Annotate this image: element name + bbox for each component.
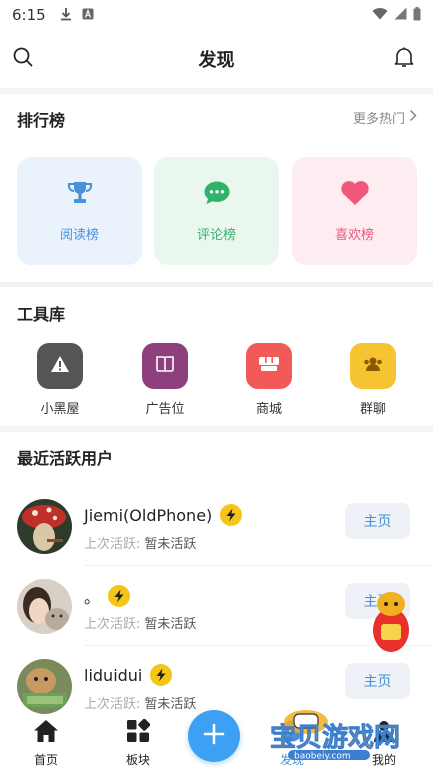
mascot-sticker [369, 590, 413, 654]
tab-label: 板块 [125, 753, 150, 767]
username: Jiemi(OldPhone) [84, 504, 243, 526]
comment-ranking-tile[interactable]: 评论榜 [154, 157, 279, 265]
tab-sections[interactable]: 板块 [108, 718, 168, 768]
battery-icon [413, 6, 421, 24]
last-active-value: 暂未活跃 [144, 617, 197, 632]
tool-group-chat[interactable]: 群聊 [343, 343, 403, 417]
active-users-section: 最近活跃用户 Jiemi(OldPhone) 上次活跃: 暂未活跃 主页 。 上… [0, 432, 433, 715]
home-icon [33, 719, 59, 747]
warning-icon [50, 355, 70, 377]
tool-label: 广告位 [145, 402, 185, 417]
username: 。 [84, 584, 131, 608]
signal-icon [394, 7, 407, 23]
tool-blacklist[interactable]: 小黑屋 [30, 343, 90, 417]
lightning-badge-icon [108, 585, 131, 607]
user-home-button[interactable]: 主页 [345, 503, 410, 539]
last-active-value: 暂未活跃 [144, 537, 197, 552]
top-nav: 发现 [0, 30, 433, 88]
tab-home[interactable]: 首页 [16, 719, 76, 768]
like-ranking-tile[interactable]: 喜欢榜 [292, 157, 417, 265]
last-active-label: 上次活跃: [84, 697, 141, 712]
bell-icon [394, 46, 414, 72]
username-text: liduidui [84, 665, 143, 685]
avatar[interactable] [17, 659, 72, 714]
read-ranking-label: 阅读榜 [59, 227, 99, 243]
tab-label: 首页 [33, 753, 58, 767]
watermark-logo: 宝贝游戏网 baobeiy.com [266, 700, 411, 762]
last-active-label: 上次活跃: [84, 537, 141, 552]
user-row[interactable]: Jiemi(OldPhone) 上次活跃: 暂未活跃 主页 [0, 486, 433, 566]
tool-tile [350, 343, 396, 389]
heart-icon [340, 180, 370, 210]
last-active-value: 暂未活跃 [144, 697, 197, 712]
lightning-badge-icon [220, 504, 243, 526]
grid-icon [126, 718, 151, 747]
tools-section: 工具库 小黑屋 广告位 商城 群聊 [0, 287, 433, 426]
last-active: 上次活跃: 暂未活跃 [84, 533, 196, 552]
search-icon [12, 46, 34, 72]
tool-label: 小黑屋 [40, 402, 80, 417]
watermark-text: 宝贝游戏网 [270, 722, 400, 753]
active-users-title: 最近活跃用户 [17, 449, 114, 468]
tool-ad-space[interactable]: 广告位 [135, 343, 195, 417]
tool-store[interactable]: 商城 [239, 343, 299, 417]
last-active: 上次活跃: 暂未活跃 [84, 613, 196, 632]
chat-bubble-icon [203, 180, 231, 210]
user-home-button[interactable]: 主页 [345, 663, 410, 699]
tool-tile [142, 343, 188, 389]
notification-button[interactable] [391, 46, 417, 72]
comment-ranking-label: 评论榜 [196, 227, 236, 243]
like-ranking-label: 喜欢榜 [334, 227, 374, 243]
tool-tile [37, 343, 83, 389]
download-icon [60, 7, 72, 24]
tool-label: 商城 [255, 402, 282, 417]
plus-icon [203, 723, 225, 749]
status-time: 6:15 [12, 6, 46, 24]
ranking-section: 排行榜 更多热门 阅读榜 评论榜 喜欢榜 [0, 94, 433, 282]
last-active-label: 上次活跃: [84, 617, 141, 632]
a-badge-icon [82, 8, 94, 23]
username-text: 。 [84, 588, 101, 607]
username: liduidui [84, 664, 173, 686]
chevron-right-icon [409, 109, 417, 126]
more-popular-link[interactable]: 更多热门 [353, 108, 417, 127]
avatar[interactable] [17, 499, 72, 554]
watermark-url: baobeiy.com [294, 752, 351, 761]
status-bar: 6:15 [0, 0, 433, 30]
last-active: 上次活跃: 暂未活跃 [84, 693, 196, 712]
tools-title: 工具库 [17, 305, 66, 324]
page-title: 发现 [198, 50, 235, 71]
store-icon [258, 355, 280, 377]
tool-tile [246, 343, 292, 389]
more-popular-label: 更多热门 [352, 112, 405, 127]
username-text: Jiemi(OldPhone) [84, 505, 213, 525]
lightning-badge-icon [150, 664, 173, 686]
avatar[interactable] [17, 579, 72, 634]
create-post-button[interactable] [188, 710, 240, 762]
ranking-title: 排行榜 [17, 111, 66, 130]
book-icon [155, 355, 175, 377]
wifi-icon [372, 7, 388, 23]
search-button[interactable] [10, 46, 36, 72]
trophy-icon [66, 180, 94, 210]
group-icon [362, 355, 384, 377]
read-ranking-tile[interactable]: 阅读榜 [17, 157, 142, 265]
tool-label: 群聊 [359, 402, 386, 417]
